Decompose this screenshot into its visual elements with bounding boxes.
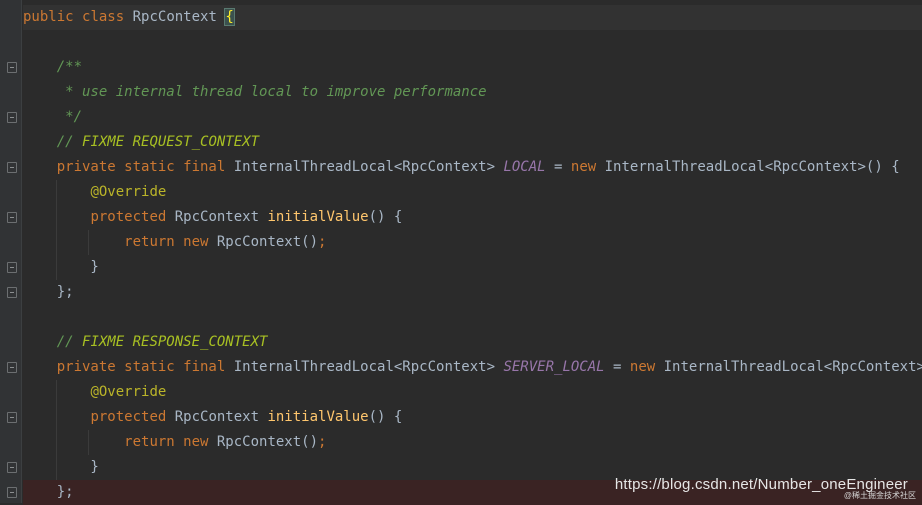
code-token: RpcContext — [166, 209, 268, 225]
indent-guide — [56, 230, 57, 255]
watermark-badge: @稀土掘金技术社区 — [843, 491, 916, 500]
code-token: } — [23, 459, 99, 475]
indent-guide — [88, 230, 89, 255]
code-token: class — [82, 9, 125, 25]
indent-guide — [56, 405, 57, 430]
code-line[interactable]: * use internal thread local to improve p… — [23, 80, 922, 105]
indent-guide — [56, 380, 57, 405]
code-token: FIXME RESPONSE_CONTEXT — [82, 334, 268, 350]
fold-marker-icon[interactable] — [7, 362, 17, 373]
fold-marker-icon[interactable] — [7, 62, 17, 73]
code-token: protected — [90, 409, 167, 425]
code-token: new — [629, 359, 656, 375]
code-token: ; — [318, 234, 327, 250]
fold-marker-icon[interactable] — [7, 262, 17, 273]
code-token: LOCAL — [503, 159, 546, 175]
fold-marker-icon[interactable] — [7, 212, 17, 223]
code-token: private static final — [56, 159, 226, 175]
code-token: // — [56, 134, 83, 150]
code-token: InternalThreadLocal<RpcContext> — [225, 359, 504, 375]
code-token: // — [56, 334, 83, 350]
code-token: RpcContext — [166, 409, 268, 425]
code-token: ; — [318, 434, 327, 450]
code-line[interactable] — [23, 305, 922, 330]
fold-marker-icon[interactable] — [7, 462, 17, 473]
code-token: = — [604, 359, 630, 375]
code-token: () { — [368, 209, 403, 225]
code-token: }; — [23, 484, 74, 500]
code-token: FIXME REQUEST_CONTEXT — [82, 134, 260, 150]
code-token: @Override — [90, 384, 167, 400]
code-token: private static final — [56, 359, 226, 375]
code-line[interactable]: }; — [23, 280, 922, 305]
fold-marker-icon[interactable] — [7, 112, 17, 123]
code-token: initialValue — [267, 409, 369, 425]
code-line[interactable]: */ — [23, 105, 922, 130]
code-token: InternalThreadLocal<RpcContext>() { — [596, 159, 900, 175]
code-token: * use internal thread local to improve p… — [56, 84, 487, 100]
code-line[interactable]: /** — [23, 55, 922, 80]
code-token: protected — [90, 209, 167, 225]
code-token: SERVER_LOCAL — [503, 359, 605, 375]
code-token: @Override — [90, 184, 167, 200]
code-line[interactable]: } — [23, 255, 922, 280]
code-line[interactable]: return new RpcContext(); — [23, 230, 922, 255]
code-line[interactable]: return new RpcContext(); — [23, 430, 922, 455]
fold-marker-icon[interactable] — [7, 487, 17, 498]
code-token: = — [545, 159, 571, 175]
code-token: new — [570, 159, 597, 175]
code-token: } — [23, 259, 99, 275]
code-line[interactable]: // FIXME RESPONSE_CONTEXT — [23, 330, 922, 355]
fold-marker-icon[interactable] — [7, 287, 17, 298]
fold-marker-icon[interactable] — [7, 162, 17, 173]
indent-guide — [56, 205, 57, 230]
code-line[interactable]: protected RpcContext initialValue() { — [23, 405, 922, 430]
code-line[interactable]: public class RpcContext { — [23, 5, 922, 30]
code-token: /** — [56, 59, 83, 75]
code-line[interactable]: private static final InternalThreadLocal… — [23, 155, 922, 180]
code-token: }; — [23, 284, 74, 300]
indent-guide — [56, 430, 57, 455]
code-line[interactable] — [23, 30, 922, 55]
code-line[interactable]: // FIXME REQUEST_CONTEXT — [23, 130, 922, 155]
code-token: RpcContext — [124, 9, 226, 25]
code-token: InternalThreadLocal<RpcContext> — [225, 159, 504, 175]
code-token: return new — [124, 434, 209, 450]
code-token: { — [224, 8, 235, 26]
editor-gutter — [0, 0, 22, 503]
code-line[interactable]: private static final InternalThreadLocal… — [23, 355, 922, 380]
code-editor[interactable]: public class RpcContext { /** * use inte… — [23, 5, 922, 505]
code-token: InternalThreadLocal<RpcContext>() { — [663, 359, 922, 375]
code-line[interactable]: protected RpcContext initialValue() { — [23, 205, 922, 230]
indent-guide — [88, 430, 89, 455]
indent-guide — [56, 180, 57, 205]
gutter-divider — [21, 0, 22, 503]
code-token: */ — [56, 109, 83, 125]
code-token: () { — [368, 409, 403, 425]
code-token: return new — [124, 234, 209, 250]
code-token: RpcContext() — [208, 234, 319, 250]
code-token: public — [23, 9, 74, 25]
code-token: initialValue — [267, 209, 369, 225]
fold-marker-icon[interactable] — [7, 412, 17, 423]
indent-guide — [56, 455, 57, 480]
indent-guide — [56, 255, 57, 280]
code-line[interactable]: @Override — [23, 180, 922, 205]
code-token: RpcContext() — [208, 434, 319, 450]
code-line[interactable]: @Override — [23, 380, 922, 405]
